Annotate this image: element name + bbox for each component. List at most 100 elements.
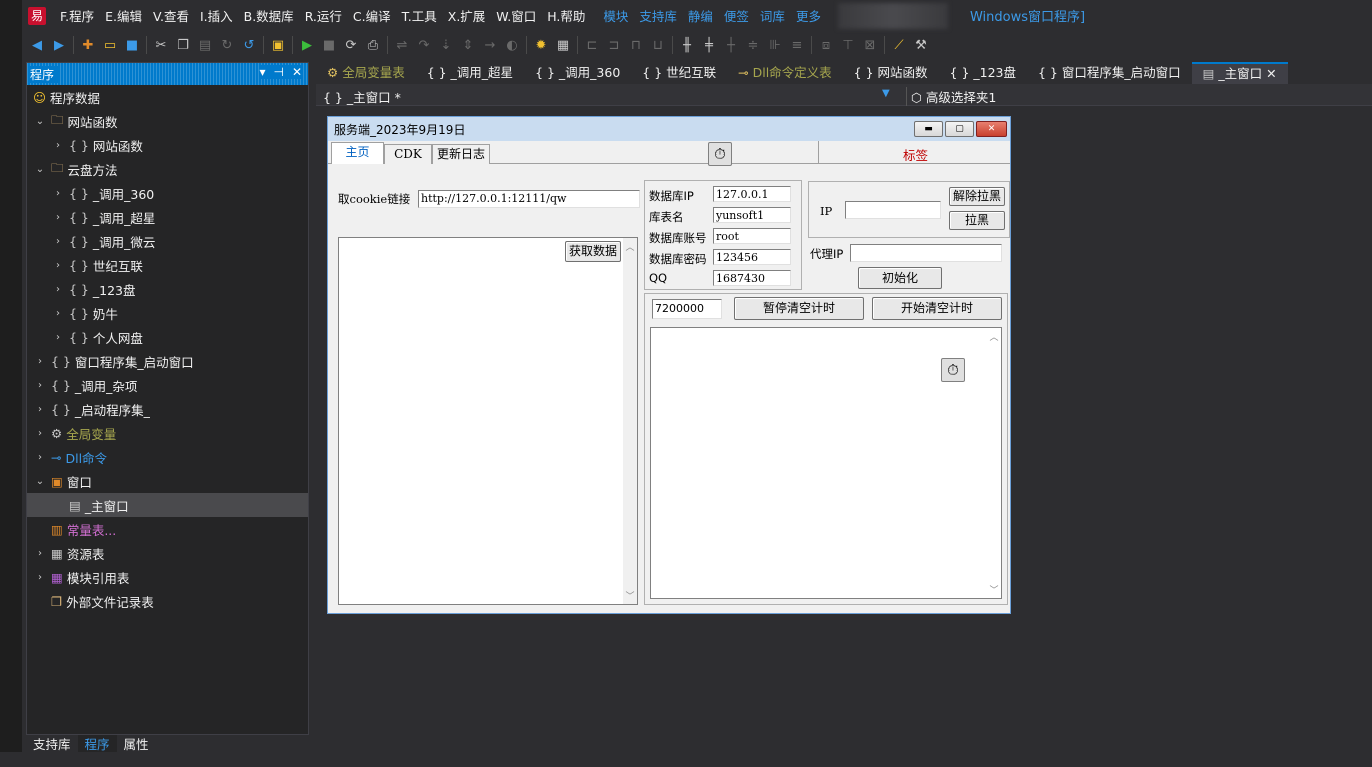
menu-database[interactable]: B.数据库	[244, 6, 294, 25]
tab-changelog[interactable]: 更新日志	[432, 144, 490, 164]
tree-item[interactable]: › ⚙ 全局变量	[27, 421, 308, 445]
menu-run[interactable]: R.运行	[305, 6, 342, 25]
back-icon[interactable]: ◀	[26, 34, 48, 56]
step-over-icon[interactable]: ↷	[413, 34, 435, 56]
link-static-compile[interactable]: 静编	[688, 6, 713, 25]
tab-home[interactable]: 主页	[331, 142, 384, 164]
collapsed-arrow-icon[interactable]: ›	[33, 356, 47, 367]
space-v-icon[interactable]: ≑	[742, 34, 764, 56]
menu-edit[interactable]: E.编辑	[105, 6, 142, 25]
result-textbox[interactable]: ︿ ﹀ 获取数据	[338, 237, 638, 605]
equal-width-icon[interactable]: ⊪	[764, 34, 786, 56]
link-notes[interactable]: 便签	[724, 6, 749, 25]
doc-tab[interactable]: { } _调用_超星	[416, 62, 524, 84]
undo-icon[interactable]: ↺	[238, 34, 260, 56]
db-ip-input[interactable]: 127.0.0.1	[713, 186, 791, 202]
proxy-ip-input[interactable]	[850, 244, 1002, 262]
link-support-lib[interactable]: 支持库	[639, 6, 677, 25]
center-h-icon[interactable]: ╫	[676, 34, 698, 56]
close-tab-icon[interactable]: ✕	[1262, 66, 1276, 81]
collapsed-arrow-icon[interactable]: ›	[33, 404, 47, 415]
same-size-icon[interactable]: ⊤	[837, 34, 859, 56]
align-bottom-icon[interactable]: ⊔	[647, 34, 669, 56]
panel-close-icon[interactable]: ✕	[292, 65, 302, 79]
tab-cdk[interactable]: CDK	[384, 144, 432, 164]
tab-order-icon[interactable]: ⧈	[815, 34, 837, 56]
insert-icon[interactable]: ▣	[267, 34, 289, 56]
menu-help[interactable]: H.帮助	[547, 6, 585, 25]
form-main-window[interactable]: 服务端_2023年9月19日 ▬ ▢ ✕ 主页 CDK 更新日志 ⏱ 标签 取c…	[327, 116, 1011, 614]
doc-tab[interactable]: { } _调用_360	[524, 62, 631, 84]
run-to-icon[interactable]: →	[479, 34, 501, 56]
doc-tab[interactable]: { } 窗口程序集_启动窗口	[1027, 62, 1192, 84]
tools-icon[interactable]: ⚒	[910, 34, 932, 56]
panel-dropdown-icon[interactable]: ▾	[259, 65, 265, 79]
menu-window[interactable]: W.窗口	[496, 6, 536, 25]
ip-input[interactable]	[845, 201, 941, 219]
collapsed-arrow-icon[interactable]: ›	[51, 308, 65, 319]
doc-tab[interactable]: ▤ _主窗口 ✕	[1191, 62, 1288, 84]
log-scrollbar[interactable]: ︿ ﹀	[987, 328, 1001, 598]
tree-item[interactable]: ❐ 外部文件记录表	[27, 589, 308, 613]
align-left-icon[interactable]: ⊏	[581, 34, 603, 56]
breakpoint-icon[interactable]: ◐	[501, 34, 523, 56]
stop-icon[interactable]: ■	[318, 34, 340, 56]
doc-tab[interactable]: { } _123盘	[939, 62, 1027, 84]
tree-item[interactable]: ⌄ 🗀 云盘方法	[27, 157, 308, 181]
forward-icon[interactable]: ▶	[48, 34, 70, 56]
doc-tab[interactable]: { } 网站函数	[843, 62, 939, 84]
tree-item[interactable]: ☺ 程序数据	[27, 85, 308, 109]
maximize-icon[interactable]: ▢	[945, 121, 974, 137]
collapsed-arrow-icon[interactable]: ›	[51, 236, 65, 247]
tree-item[interactable]: › { } _调用_杂项	[27, 373, 308, 397]
db-table-input[interactable]: yunsoft1	[713, 207, 791, 223]
collapsed-arrow-icon[interactable]: ›	[51, 212, 65, 223]
expanded-arrow-icon[interactable]: ⌄	[33, 476, 47, 487]
result-scrollbar[interactable]: ︿ ﹀	[623, 238, 637, 604]
advanced-tab-selector[interactable]: ⬡ 高级选择夹1	[906, 87, 996, 106]
collapsed-arrow-icon[interactable]: ›	[33, 572, 47, 583]
tree-item[interactable]: › ▦ 模块引用表	[27, 565, 308, 589]
tree-item[interactable]: › { } _启动程序集_	[27, 397, 308, 421]
new-file-icon[interactable]: ✚	[77, 34, 99, 56]
step-in-icon[interactable]: ⇣	[435, 34, 457, 56]
collapsed-arrow-icon[interactable]: ›	[33, 548, 47, 559]
tree-item[interactable]: › { } _调用_360	[27, 181, 308, 205]
tree-item[interactable]: › { } _调用_超星	[27, 205, 308, 229]
tree-item[interactable]: ⌄ ▣ 窗口	[27, 469, 308, 493]
tree-item[interactable]: › { } 窗口程序集_启动窗口	[27, 349, 308, 373]
tree-item[interactable]: › { } 奶牛	[27, 301, 308, 325]
tree-item[interactable]: › { } 网站函数	[27, 133, 308, 157]
paste-icon[interactable]: ▤	[194, 34, 216, 56]
unblock-button[interactable]: 解除拉黑	[949, 187, 1005, 206]
close-icon[interactable]: ✕	[976, 121, 1007, 137]
block-button[interactable]: 拉黑	[949, 211, 1005, 230]
collapsed-arrow-icon[interactable]: ›	[51, 188, 65, 199]
save-icon[interactable]: ■	[121, 34, 143, 56]
object-dropdown-icon[interactable]: ▼	[882, 88, 890, 99]
menu-extend[interactable]: X.扩展	[448, 6, 486, 25]
collapsed-arrow-icon[interactable]: ›	[51, 140, 65, 151]
equal-height-icon[interactable]: ≡	[786, 34, 808, 56]
grid-icon[interactable]: ⊠	[859, 34, 881, 56]
expanded-arrow-icon[interactable]: ⌄	[33, 164, 47, 175]
run-icon[interactable]: ▶	[296, 34, 318, 56]
cookie-url-input[interactable]: http://127.0.0.1:12111/qw	[418, 190, 640, 208]
space-h-icon[interactable]: ┼	[720, 34, 742, 56]
menu-insert[interactable]: I.插入	[200, 6, 233, 25]
collapsed-arrow-icon[interactable]: ›	[33, 428, 47, 439]
link-module[interactable]: 模块	[603, 6, 628, 25]
pause-clear-timer-button[interactable]: 暂停清空计时	[734, 297, 864, 320]
db-password-input[interactable]: 123456	[713, 249, 791, 265]
menu-file[interactable]: F.程序	[60, 6, 94, 25]
compile-icon[interactable]: ⎙	[362, 34, 384, 56]
hint-icon[interactable]: ✹	[530, 34, 552, 56]
doc-tab[interactable]: ⊸ Dll命令定义表	[727, 62, 843, 84]
open-folder-icon[interactable]: ▭	[99, 34, 121, 56]
interval-input[interactable]: 7200000	[652, 299, 722, 319]
tree-item[interactable]: › { } 世纪互联	[27, 253, 308, 277]
tree-item[interactable]: › ⊸ Dll命令	[27, 445, 308, 469]
tree-item[interactable]: ▤ _主窗口	[27, 493, 308, 517]
cut-icon[interactable]: ✂	[150, 34, 172, 56]
doc-tab[interactable]: { } 世纪互联	[631, 62, 727, 84]
